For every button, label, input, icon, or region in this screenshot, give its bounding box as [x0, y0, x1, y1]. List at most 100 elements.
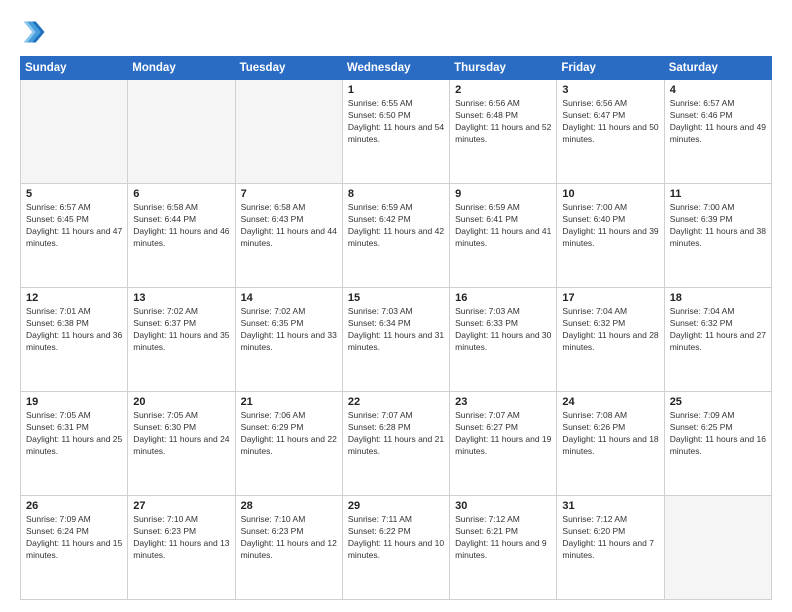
day-number: 4: [670, 84, 766, 96]
calendar-cell: 11 Sunrise: 7:00 AMSunset: 6:39 PMDayligh…: [664, 184, 771, 288]
calendar-week-row: 26Sunrise: 7:09 AMSunset: 6:24 PMDayligh…: [21, 496, 772, 600]
cell-info: Sunrise: 7:10 AMSunset: 6:23 PMDaylight:…: [241, 514, 337, 562]
day-number: 11: [670, 188, 766, 200]
day-number: 25: [670, 396, 766, 408]
calendar-cell: 8Sunrise: 6:59 AMSunset: 6:42 PMDaylight…: [342, 184, 449, 288]
calendar-week-row: 1 Sunrise: 6:55 AMSunset: 6:50 PMDaylight…: [21, 80, 772, 184]
day-number: 12: [26, 292, 122, 304]
day-number: 21: [241, 396, 337, 408]
cell-info: Sunrise: 7:04 AMSunset: 6:32 PMDaylight:…: [562, 306, 658, 354]
calendar-cell: 26Sunrise: 7:09 AMSunset: 6:24 PMDayligh…: [21, 496, 128, 600]
day-header-saturday: Saturday: [664, 57, 771, 80]
calendar-week-row: 5 Sunrise: 6:57 AMSunset: 6:45 PMDaylight…: [21, 184, 772, 288]
calendar-cell: 23Sunrise: 7:07 AMSunset: 6:27 PMDayligh…: [450, 392, 557, 496]
cell-info: Sunrise: 6:55 AMSunset: 6:50 PMDaylight:…: [348, 98, 444, 146]
calendar-cell: 24 Sunrise: 7:08 AMSunset: 6:26 PMDayligh…: [557, 392, 664, 496]
day-header-wednesday: Wednesday: [342, 57, 449, 80]
cell-info: Sunrise: 6:57 AMSunset: 6:45 PMDaylight:…: [26, 202, 122, 250]
day-number: 10: [562, 188, 658, 200]
day-number: 28: [241, 500, 337, 512]
cell-info: Sunrise: 7:02 AMSunset: 6:37 PMDaylight:…: [133, 306, 229, 354]
cell-info: Sunrise: 7:12 AMSunset: 6:21 PMDaylight:…: [455, 514, 551, 562]
calendar-cell: 3 Sunrise: 6:56 AMSunset: 6:47 PMDaylight…: [557, 80, 664, 184]
calendar-cell: 25 Sunrise: 7:09 AMSunset: 6:25 PMDayligh…: [664, 392, 771, 496]
day-number: 26: [26, 500, 122, 512]
cell-info: Sunrise: 7:03 AMSunset: 6:33 PMDaylight:…: [455, 306, 551, 354]
day-number: 3: [562, 84, 658, 96]
cell-info: Sunrise: 6:59 AMSunset: 6:41 PMDaylight:…: [455, 202, 551, 250]
day-number: 29: [348, 500, 444, 512]
calendar-cell: 15 Sunrise: 7:03 AMSunset: 6:34 PMDayligh…: [342, 288, 449, 392]
cell-info: Sunrise: 6:56 AMSunset: 6:48 PMDaylight:…: [455, 98, 551, 146]
calendar-cell: 12Sunrise: 7:01 AMSunset: 6:38 PMDayligh…: [21, 288, 128, 392]
calendar-cell: 9Sunrise: 6:59 AMSunset: 6:41 PMDaylight…: [450, 184, 557, 288]
calendar-cell: [21, 80, 128, 184]
cell-info: Sunrise: 7:03 AMSunset: 6:34 PMDaylight:…: [348, 306, 444, 354]
cell-info: Sunrise: 7:05 AMSunset: 6:31 PMDaylight:…: [26, 410, 122, 458]
cell-info: Sunrise: 7:02 AMSunset: 6:35 PMDaylight:…: [241, 306, 337, 354]
day-number: 17: [562, 292, 658, 304]
calendar-cell: 6 Sunrise: 6:58 AMSunset: 6:44 PMDaylight…: [128, 184, 235, 288]
day-number: 19: [26, 396, 122, 408]
calendar-cell: [128, 80, 235, 184]
calendar-cell: 5 Sunrise: 6:57 AMSunset: 6:45 PMDaylight…: [21, 184, 128, 288]
day-number: 20: [133, 396, 229, 408]
logo-icon: [20, 18, 48, 46]
day-header-thursday: Thursday: [450, 57, 557, 80]
calendar-cell: [664, 496, 771, 600]
calendar-week-row: 19 Sunrise: 7:05 AMSunset: 6:31 PMDayligh…: [21, 392, 772, 496]
calendar-header-row: SundayMondayTuesdayWednesdayThursdayFrid…: [21, 57, 772, 80]
calendar-cell: 21 Sunrise: 7:06 AMSunset: 6:29 PMDayligh…: [235, 392, 342, 496]
calendar-week-row: 12Sunrise: 7:01 AMSunset: 6:38 PMDayligh…: [21, 288, 772, 392]
day-header-sunday: Sunday: [21, 57, 128, 80]
calendar-cell: 2Sunrise: 6:56 AMSunset: 6:48 PMDaylight…: [450, 80, 557, 184]
cell-info: Sunrise: 7:04 AMSunset: 6:32 PMDaylight:…: [670, 306, 766, 354]
calendar-cell: 29 Sunrise: 7:11 AMSunset: 6:22 PMDayligh…: [342, 496, 449, 600]
calendar-cell: 10 Sunrise: 7:00 AMSunset: 6:40 PMDayligh…: [557, 184, 664, 288]
cell-info: Sunrise: 7:08 AMSunset: 6:26 PMDaylight:…: [562, 410, 658, 458]
cell-info: Sunrise: 7:10 AMSunset: 6:23 PMDaylight:…: [133, 514, 229, 562]
calendar-cell: 31Sunrise: 7:12 AMSunset: 6:20 PMDayligh…: [557, 496, 664, 600]
cell-info: Sunrise: 6:58 AMSunset: 6:43 PMDaylight:…: [241, 202, 337, 250]
cell-info: Sunrise: 7:12 AMSunset: 6:20 PMDaylight:…: [562, 514, 658, 562]
day-number: 16: [455, 292, 551, 304]
day-number: 18: [670, 292, 766, 304]
cell-info: Sunrise: 7:00 AMSunset: 6:40 PMDaylight:…: [562, 202, 658, 250]
calendar-cell: 18 Sunrise: 7:04 AMSunset: 6:32 PMDayligh…: [664, 288, 771, 392]
cell-info: Sunrise: 6:59 AMSunset: 6:42 PMDaylight:…: [348, 202, 444, 250]
day-number: 24: [562, 396, 658, 408]
cell-info: Sunrise: 6:56 AMSunset: 6:47 PMDaylight:…: [562, 98, 658, 146]
cell-info: Sunrise: 7:09 AMSunset: 6:25 PMDaylight:…: [670, 410, 766, 458]
calendar-cell: 13 Sunrise: 7:02 AMSunset: 6:37 PMDayligh…: [128, 288, 235, 392]
calendar-cell: [235, 80, 342, 184]
day-number: 1: [348, 84, 444, 96]
calendar-cell: 7Sunrise: 6:58 AMSunset: 6:43 PMDaylight…: [235, 184, 342, 288]
day-number: 13: [133, 292, 229, 304]
day-number: 5: [26, 188, 122, 200]
cell-info: Sunrise: 6:57 AMSunset: 6:46 PMDaylight:…: [670, 98, 766, 146]
calendar-cell: 22Sunrise: 7:07 AMSunset: 6:28 PMDayligh…: [342, 392, 449, 496]
cell-info: Sunrise: 7:11 AMSunset: 6:22 PMDaylight:…: [348, 514, 444, 562]
day-number: 14: [241, 292, 337, 304]
calendar-cell: 30 Sunrise: 7:12 AMSunset: 6:21 PMDayligh…: [450, 496, 557, 600]
day-number: 22: [348, 396, 444, 408]
cell-info: Sunrise: 7:00 AMSunset: 6:39 PMDaylight:…: [670, 202, 766, 250]
cell-info: Sunrise: 7:06 AMSunset: 6:29 PMDaylight:…: [241, 410, 337, 458]
calendar-cell: 20 Sunrise: 7:05 AMSunset: 6:30 PMDayligh…: [128, 392, 235, 496]
day-number: 27: [133, 500, 229, 512]
page: SundayMondayTuesdayWednesdayThursdayFrid…: [0, 0, 792, 612]
logo: [20, 18, 52, 46]
day-header-tuesday: Tuesday: [235, 57, 342, 80]
header: [20, 18, 772, 46]
calendar-cell: 19 Sunrise: 7:05 AMSunset: 6:31 PMDayligh…: [21, 392, 128, 496]
cell-info: Sunrise: 6:58 AMSunset: 6:44 PMDaylight:…: [133, 202, 229, 250]
calendar-cell: 1 Sunrise: 6:55 AMSunset: 6:50 PMDaylight…: [342, 80, 449, 184]
calendar-cell: 16 Sunrise: 7:03 AMSunset: 6:33 PMDayligh…: [450, 288, 557, 392]
day-header-friday: Friday: [557, 57, 664, 80]
day-number: 6: [133, 188, 229, 200]
day-number: 15: [348, 292, 444, 304]
calendar-cell: 14 Sunrise: 7:02 AMSunset: 6:35 PMDayligh…: [235, 288, 342, 392]
day-number: 30: [455, 500, 551, 512]
calendar-cell: 17 Sunrise: 7:04 AMSunset: 6:32 PMDayligh…: [557, 288, 664, 392]
cell-info: Sunrise: 7:05 AMSunset: 6:30 PMDaylight:…: [133, 410, 229, 458]
